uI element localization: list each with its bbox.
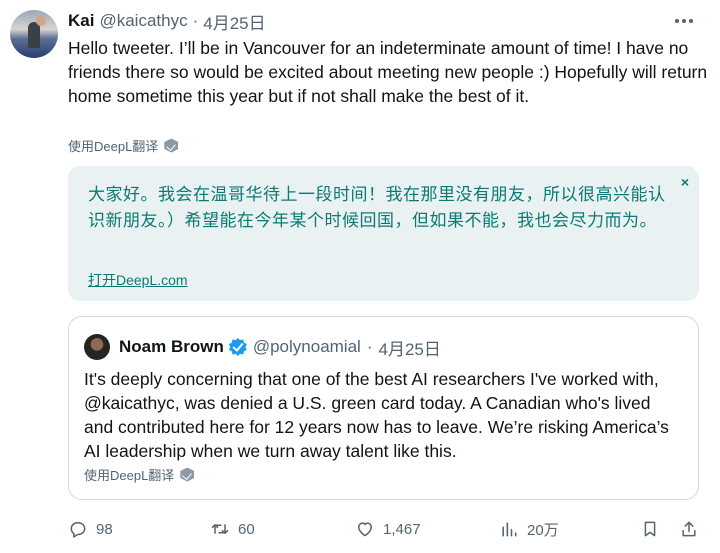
quoted-author-name: Noam Brown [119, 337, 224, 356]
avatar[interactable] [10, 10, 58, 58]
separator-dot: · [192, 11, 199, 30]
avatar-head [36, 16, 46, 26]
quoted-separator-dot: · [366, 337, 373, 356]
like-count: 1,467 [383, 520, 421, 538]
verified-badge-icon [228, 338, 247, 356]
deepl-icon [164, 138, 179, 153]
share-icon [682, 521, 696, 537]
heart-icon [358, 522, 372, 537]
views-chart-icon [502, 522, 517, 537]
more-options-icon[interactable] [674, 13, 694, 29]
close-translation-icon[interactable]: × [681, 174, 689, 190]
share-button[interactable] [679, 516, 699, 542]
retweet-button[interactable]: 60 [210, 516, 255, 542]
author-name[interactable]: Kai [68, 11, 94, 31]
author-handle[interactable]: @kaicathyc [99, 11, 187, 31]
tweet-text: Hello tweeter. I’ll be in Vancouver for … [68, 38, 708, 106]
retweet-icon [211, 524, 229, 534]
quoted-header: Noam Brown @polynoamial · 4月25日 [119, 334, 441, 360]
open-deepl-link[interactable]: 打开DeepL.com [88, 270, 188, 290]
views-count: 20万 [527, 521, 559, 539]
translate-with-deepl-link[interactable]: 使用DeepL翻译 [68, 136, 179, 155]
quoted-text: It's deeply concerning that one of the b… [84, 369, 669, 461]
translation-box: 大家好。我会在温哥华待上一段时间！我在那里没有朋友，所以很高兴能认识新朋友。）希… [68, 166, 699, 301]
translate-label: 使用DeepL翻译 [68, 139, 159, 154]
reply-count: 98 [96, 520, 113, 538]
quoted-date: 4月25日 [378, 339, 441, 359]
tweet: Kai @kaicathyc · 4月25日 Hello tweeter. I’… [0, 0, 720, 553]
avatar-figure [28, 22, 40, 48]
quoted-author-handle: @polynoamial [252, 337, 361, 356]
bookmark-button[interactable] [640, 516, 660, 542]
deepl-icon [180, 467, 195, 482]
reply-icon [70, 522, 86, 538]
tweet-header: Kai @kaicathyc · 4月25日 [68, 9, 266, 33]
quoted-translate-label: 使用DeepL翻译 [84, 468, 175, 483]
like-button[interactable]: 1,467 [355, 516, 421, 542]
bookmark-icon [644, 521, 656, 537]
action-bar: 98 60 1,467 20万 [68, 516, 708, 542]
quoted-translate-link[interactable]: 使用DeepL翻译 [84, 465, 195, 484]
views-button[interactable]: 20万 [499, 516, 559, 542]
quoted-avatar[interactable] [84, 334, 110, 360]
translation-text: 大家好。我会在温哥华待上一段时间！我在那里没有朋友，所以很高兴能认识新朋友。）希… [88, 185, 666, 231]
retweet-count: 60 [238, 520, 255, 538]
reply-button[interactable]: 98 [68, 516, 113, 542]
tweet-date[interactable]: 4月25日 [203, 9, 265, 34]
